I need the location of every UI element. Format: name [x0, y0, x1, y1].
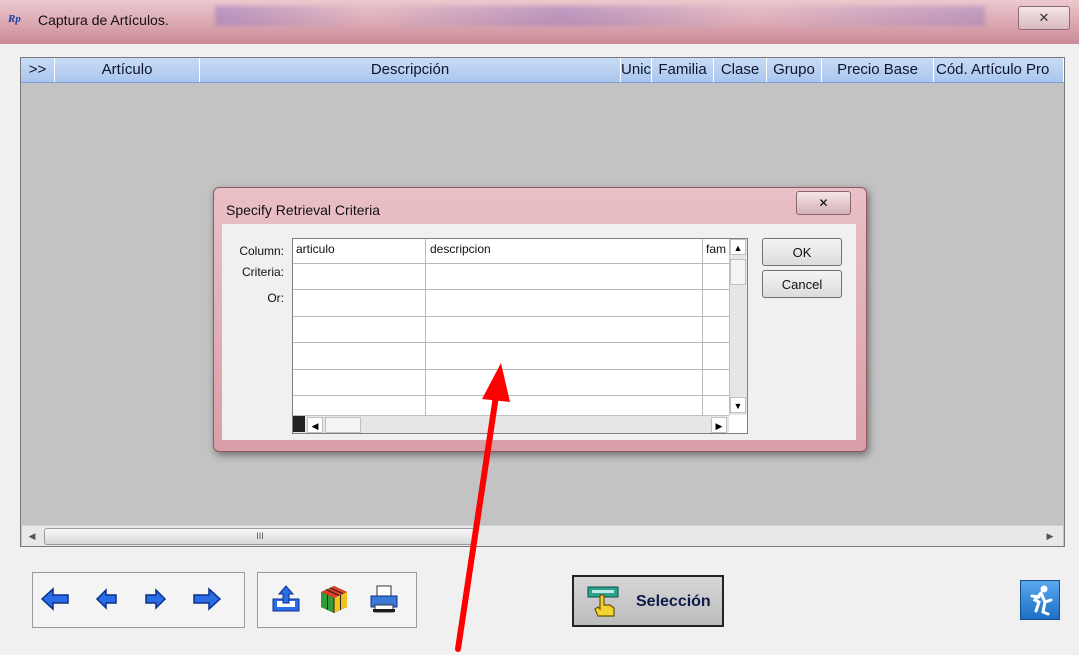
dialog-title: Specify Retrieval Criteria: [226, 202, 381, 218]
close-icon: ✕: [818, 196, 829, 210]
grid-header-cod-articulo-prov[interactable]: Cód. Artículo Pro: [934, 58, 1064, 82]
cancel-button[interactable]: Cancel: [762, 270, 842, 298]
or-row[interactable]: [293, 395, 729, 396]
criteria-header-descripcion: descripcion: [430, 242, 491, 256]
criteria-header-familia: fam: [706, 242, 727, 256]
export-icon[interactable]: [270, 583, 302, 615]
title-bar[interactable]: Rp Captura de Artículos. ✕: [0, 0, 1079, 44]
criteria-row[interactable]: [293, 263, 729, 264]
criteria-row-label: Criteria:: [241, 265, 284, 279]
criteria-header-articulo: articulo: [296, 242, 335, 256]
retrieval-criteria-dialog: Specify Retrieval Criteria ✕ Column: Cri…: [213, 187, 867, 452]
scroll-up-arrow-icon[interactable]: ▲: [730, 239, 746, 255]
seleccion-label: Selección: [636, 593, 711, 610]
window-close-button[interactable]: ✕: [1018, 6, 1070, 30]
rubiks-cube-icon[interactable]: [318, 583, 350, 615]
window-title: Captura de Artículos.: [38, 12, 169, 28]
grid-header-expand[interactable]: >>: [21, 58, 55, 82]
grid-header-descripcion[interactable]: Descripción: [200, 58, 621, 82]
dialog-close-button[interactable]: ✕: [796, 191, 851, 215]
criteria-vertical-scrollbar[interactable]: ▲ ▼: [729, 239, 747, 415]
criteria-column-articulo[interactable]: [293, 239, 426, 415]
ok-button[interactable]: OK: [762, 238, 842, 266]
or-row-label: Or:: [267, 291, 284, 305]
row-indicator: [293, 416, 305, 432]
grid-header-grupo[interactable]: Grupo: [767, 58, 822, 82]
running-man-icon: [1030, 585, 1053, 616]
next-record-icon[interactable]: [141, 583, 173, 615]
seleccion-button[interactable]: Selección: [572, 575, 724, 627]
navigation-toolbar: [32, 572, 245, 628]
grid-header-articulo[interactable]: Artículo: [55, 58, 200, 82]
scroll-down-arrow-icon[interactable]: ▼: [730, 397, 746, 413]
pointing-hand-icon: [587, 586, 619, 617]
obscured-title-area: [215, 6, 985, 26]
grid-header-familia[interactable]: Familia: [652, 58, 714, 82]
criteria-horizontal-scrollbar[interactable]: ◀ ▶: [293, 415, 729, 433]
scroll-left-arrow-icon[interactable]: ◀: [24, 527, 40, 545]
or-row[interactable]: [293, 369, 729, 370]
prev-record-icon[interactable]: [89, 583, 121, 615]
dialog-client-area: Column: Criteria: Or: articulo descripci…: [222, 224, 856, 440]
exit-button[interactable]: [1020, 580, 1060, 620]
scroll-thumb[interactable]: III: [44, 528, 476, 545]
print-icon[interactable]: [368, 583, 400, 615]
criteria-column-descripcion[interactable]: [426, 239, 703, 415]
or-row[interactable]: [293, 316, 729, 317]
grid-header-unidad[interactable]: Unic: [621, 58, 652, 82]
last-record-icon[interactable]: [191, 583, 223, 615]
tools-toolbar: [257, 572, 417, 628]
criteria-grid[interactable]: articulo descripcion fam ▲ ▼ ◀ ▶: [292, 238, 748, 434]
grid-header-clase[interactable]: Clase: [714, 58, 767, 82]
horizontal-scroll-thumb[interactable]: [325, 417, 361, 433]
scroll-right-arrow-icon[interactable]: ▶: [1042, 527, 1058, 545]
first-record-icon[interactable]: [39, 583, 71, 615]
or-row[interactable]: [293, 342, 729, 343]
vertical-scroll-thumb[interactable]: [730, 259, 746, 285]
app-logo-icon: Rp: [8, 13, 21, 25]
scroll-right-arrow-icon[interactable]: ▶: [711, 417, 727, 433]
grid-horizontal-scrollbar[interactable]: ◀ III ▶: [22, 525, 1063, 546]
or-row[interactable]: [293, 289, 729, 290]
scroll-left-arrow-icon[interactable]: ◀: [307, 417, 323, 433]
grid-header-precio-base[interactable]: Precio Base: [822, 58, 934, 82]
column-row-label: Column:: [239, 244, 284, 258]
grid-header: >> Artículo Descripción Unic Familia Cla…: [21, 58, 1064, 83]
